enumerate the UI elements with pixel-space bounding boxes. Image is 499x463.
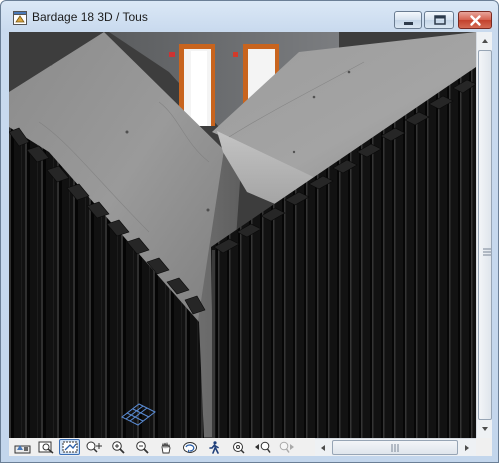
vertical-scroll-thumb[interactable] — [478, 50, 492, 420]
fit-in-window-button[interactable] — [35, 439, 56, 455]
pan-icon — [161, 441, 171, 454]
zoom-out-button[interactable] — [131, 439, 152, 455]
grip-icon — [483, 248, 491, 256]
size-grip[interactable] — [476, 438, 492, 456]
scroll-left-button[interactable] — [315, 440, 331, 456]
scroll-down-button[interactable] — [477, 421, 493, 437]
walk-explore-button[interactable] — [203, 439, 224, 455]
triangle-down-icon — [482, 427, 488, 431]
minimize-button[interactable] — [394, 11, 422, 29]
zoom-forward-button — [275, 439, 296, 455]
horizontal-scrollbar[interactable] — [315, 438, 476, 456]
close-icon — [470, 15, 481, 26]
scroll-right-button[interactable] — [459, 440, 475, 456]
select-view-icon — [14, 445, 31, 454]
marquee-zoom-button[interactable] — [59, 439, 80, 455]
3d-viewport[interactable] — [9, 32, 476, 438]
window-title: Bardage 18 3D / Tous — [32, 10, 148, 24]
title-bar[interactable]: Bardage 18 3D / Tous — [1, 1, 498, 33]
maximize-button[interactable] — [424, 11, 454, 29]
view-window: Bardage 18 3D / Tous — [0, 0, 499, 463]
navigation-toolbar — [9, 438, 315, 456]
close-button[interactable] — [458, 11, 492, 29]
grip-icon — [391, 444, 399, 452]
zoom-back-button[interactable] — [251, 439, 272, 455]
zoom-in-button[interactable] — [107, 439, 128, 455]
vertical-scrollbar[interactable] — [476, 32, 492, 438]
select-view-button[interactable] — [11, 439, 32, 455]
minimize-icon — [404, 22, 413, 25]
zoom-back-icon — [255, 441, 271, 453]
zoom-forward-icon — [279, 441, 294, 453]
3d-model-view — [9, 32, 476, 438]
orbit-icon — [183, 442, 197, 453]
marquee-zoom-icon — [62, 441, 78, 453]
horizontal-scroll-thumb[interactable] — [332, 440, 458, 455]
zoom-previous-button[interactable] — [227, 439, 248, 455]
triangle-right-icon — [465, 445, 469, 451]
triangle-up-icon — [482, 39, 488, 43]
orbit-button[interactable] — [179, 439, 200, 455]
scroll-up-button[interactable] — [477, 33, 493, 49]
fit-in-window-icon — [38, 441, 54, 454]
triangle-left-icon — [321, 445, 325, 451]
zoom-in-icon — [112, 441, 125, 454]
pan-button[interactable] — [155, 439, 176, 455]
maximize-icon — [434, 15, 446, 25]
zoom-to-selection-button[interactable] — [83, 439, 104, 455]
zoom-previous-icon — [233, 442, 245, 454]
archicad-window-icon — [13, 11, 27, 25]
zoom-to-selection-icon — [86, 441, 102, 453]
zoom-out-icon — [136, 441, 149, 454]
walk-explore-icon — [209, 441, 219, 454]
